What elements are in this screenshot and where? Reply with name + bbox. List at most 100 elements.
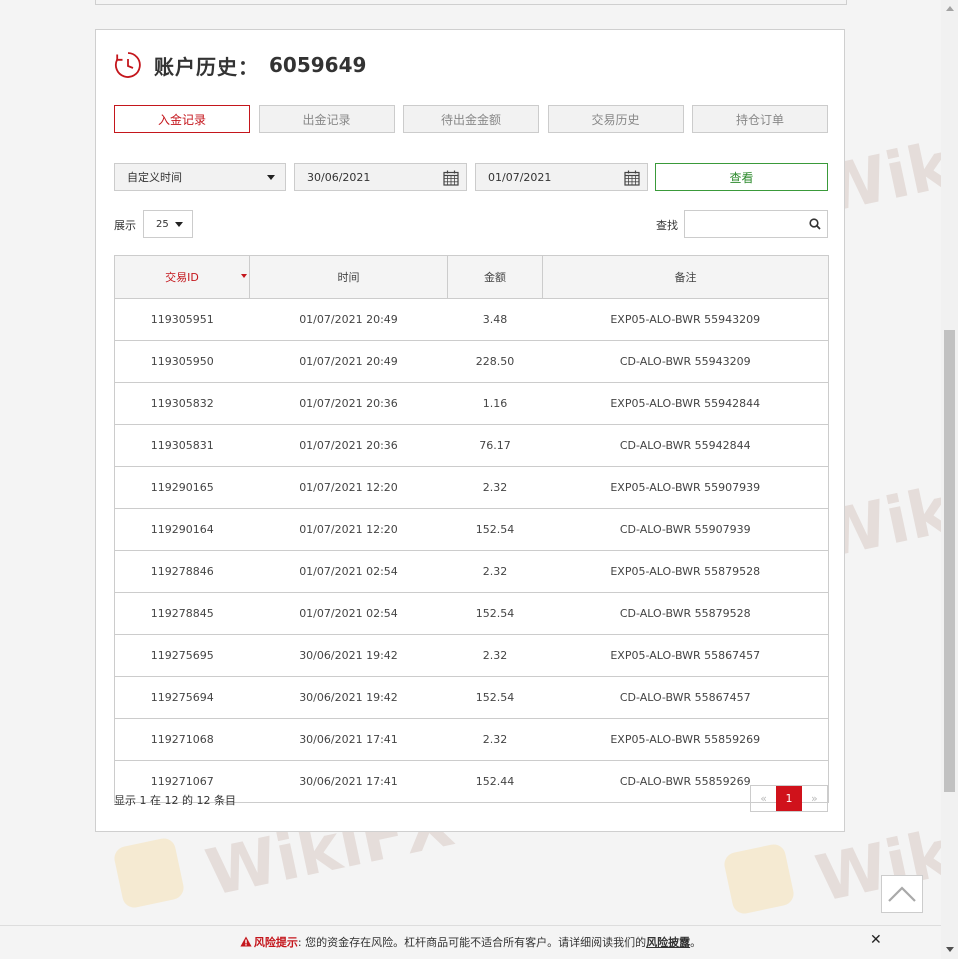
table-row: 119271068 30/06/2021 17:41 2.32 EXP05-ALO-B…	[114, 718, 829, 761]
risk-disclosure-link[interactable]: 风险披露	[646, 936, 690, 949]
scroll-up-arrow-icon[interactable]	[946, 6, 954, 11]
cell-time: 01/07/2021 12:20	[249, 508, 448, 551]
risk-warning-body: : 您的资金存在风险。杠杆商品可能不适合所有客户。请详细阅读我们的	[297, 936, 647, 949]
cell-time: 01/07/2021 02:54	[249, 550, 448, 593]
cell-time: 30/06/2021 19:42	[249, 634, 448, 677]
date-from-value: 30/06/2021	[307, 170, 371, 184]
cell-amount: 76.17	[447, 424, 543, 467]
cell-time: 01/07/2021 20:49	[249, 340, 448, 383]
calendar-icon[interactable]	[443, 170, 459, 186]
table-row: 119305951 01/07/2021 20:49 3.48 EXP05-ALO-B…	[114, 298, 829, 341]
scroll-down-arrow-icon[interactable]	[946, 947, 954, 952]
page-size-label: 展示	[114, 219, 136, 232]
table-row: 119278846 01/07/2021 02:54 2.32 EXP05-ALO-B…	[114, 550, 829, 593]
cell-transaction-id: 119305951	[114, 298, 250, 341]
column-header-label: 交易ID	[165, 271, 199, 284]
cell-amount: 228.50	[447, 340, 543, 383]
time-range-value: 自定义时间	[127, 171, 182, 184]
date-to-input[interactable]: 01/07/2021	[475, 163, 648, 191]
tab-deposit-records[interactable]: 入金记录	[114, 105, 250, 133]
search-icon[interactable]	[809, 218, 821, 230]
cell-time: 01/07/2021 02:54	[249, 592, 448, 635]
search-label: 查找	[656, 219, 678, 232]
cell-transaction-id: 119278846	[114, 550, 250, 593]
cell-amount: 152.44	[447, 760, 543, 803]
pagination-page-1[interactable]: 1	[776, 786, 802, 811]
table-row: 119290164 01/07/2021 12:20 152.54 CD-ALO-BW…	[114, 508, 829, 551]
history-clock-icon	[114, 52, 141, 78]
cell-time: 01/07/2021 20:36	[249, 424, 448, 467]
cell-amount: 152.54	[447, 508, 543, 551]
column-header-time[interactable]: 时间	[249, 255, 448, 299]
cell-transaction-id: 119305831	[114, 424, 250, 467]
chevron-up-icon	[888, 886, 916, 902]
column-header-transaction-id[interactable]: 交易ID	[114, 255, 250, 299]
risk-warning-end: 。	[690, 936, 702, 949]
back-to-top-button[interactable]	[881, 875, 923, 913]
cell-transaction-id: 119290164	[114, 508, 250, 551]
table-header-row: 交易ID 时间 金额 备注	[114, 255, 829, 299]
pagination-prev-button[interactable]: «	[751, 786, 776, 811]
column-header-label: 时间	[337, 271, 360, 284]
time-range-select[interactable]: 自定义时间	[114, 163, 286, 191]
cell-transaction-id: 119305950	[114, 340, 250, 383]
table-row: 119275694 30/06/2021 19:42 152.54 CD-ALO-BW…	[114, 676, 829, 719]
view-button[interactable]: 查看	[655, 163, 828, 191]
panel-header: 账户历史： 6059649	[114, 50, 366, 80]
cell-time: 01/07/2021 20:36	[249, 382, 448, 425]
risk-warning-title: 风险提示	[253, 936, 298, 949]
cell-amount: 2.32	[447, 550, 543, 593]
cell-remark: CD-ALO-BWR 55867457	[542, 676, 829, 719]
close-icon[interactable]: ✕	[870, 932, 882, 948]
cell-remark: EXP05-ALO-BWR 55943209	[542, 298, 829, 341]
cell-transaction-id: 119275695	[114, 634, 250, 677]
cell-remark: EXP05-ALO-BWR 55942844	[542, 382, 829, 425]
cell-amount: 152.54	[447, 592, 543, 635]
cell-remark: CD-ALO-BWR 55879528	[542, 592, 829, 635]
column-header-remark[interactable]: 备注	[542, 255, 829, 299]
pagination-info: 显示 1 在 12 的 12 条目	[114, 794, 236, 807]
cell-amount: 3.48	[447, 298, 543, 341]
date-from-input[interactable]: 30/06/2021	[294, 163, 467, 191]
calendar-icon[interactable]	[624, 170, 640, 186]
cell-amount: 2.32	[447, 634, 543, 677]
date-to-value: 01/07/2021	[488, 170, 552, 184]
cell-time: 01/07/2021 20:49	[249, 298, 448, 341]
watermark-logo-icon	[112, 836, 186, 910]
cell-remark: EXP05-ALO-BWR 55907939	[542, 466, 829, 509]
cell-time: 30/06/2021 19:42	[249, 676, 448, 719]
cell-transaction-id: 119305832	[114, 382, 250, 425]
tab-open-positions[interactable]: 持仓订单	[692, 105, 828, 133]
cell-transaction-id: 119271068	[114, 718, 250, 761]
cell-remark: EXP05-ALO-BWR 55867457	[542, 634, 829, 677]
risk-warning-text: 风险提示: 您的资金存在风险。杠杆商品可能不适合所有客户。请详细阅读我们的风险披…	[0, 934, 941, 950]
table-row: 119305950 01/07/2021 20:49 228.50 CD-ALO-BW…	[114, 340, 829, 383]
sort-desc-icon	[241, 274, 247, 278]
tab-withdrawal-records[interactable]: 出金记录	[258, 105, 395, 133]
search-box	[684, 210, 828, 238]
search-input[interactable]	[689, 212, 803, 238]
previous-section-box	[95, 0, 847, 5]
tab-pending-withdrawal[interactable]: 待出金金额	[403, 105, 539, 133]
page-size-value: 25	[156, 218, 169, 230]
pagination: « 1 »	[750, 785, 828, 812]
cell-transaction-id: 119278845	[114, 592, 250, 635]
cell-remark: EXP05-ALO-BWR 55859269	[542, 718, 829, 761]
table-controls: 展示 25 查找	[114, 210, 828, 238]
column-header-amount[interactable]: 金额	[447, 255, 543, 299]
pagination-next-button[interactable]: »	[802, 786, 827, 811]
page-size-select[interactable]: 25	[143, 210, 193, 238]
warning-icon	[240, 936, 252, 947]
cell-time: 30/06/2021 17:41	[249, 760, 448, 803]
transactions-table: 交易ID 时间 金额 备注 119305951 01/07/2021 20:49 3…	[114, 255, 829, 803]
cell-remark: CD-ALO-BWR 55943209	[542, 340, 829, 383]
table-row: 119290165 01/07/2021 12:20 2.32 EXP05-ALO-B…	[114, 466, 829, 509]
cell-time: 01/07/2021 12:20	[249, 466, 448, 509]
table-row: 119275695 30/06/2021 19:42 2.32 EXP05-ALO-B…	[114, 634, 829, 677]
account-history-panel: 账户历史： 6059649 入金记录 出金记录 待出金金额 交易历史 持仓订单 …	[95, 29, 845, 832]
scrollbar-thumb[interactable]	[944, 330, 955, 792]
cell-amount: 1.16	[447, 382, 543, 425]
table-row: 119305831 01/07/2021 20:36 76.17 CD-ALO-BWR…	[114, 424, 829, 467]
cell-amount: 2.32	[447, 718, 543, 761]
tab-trade-history[interactable]: 交易历史	[547, 105, 684, 133]
